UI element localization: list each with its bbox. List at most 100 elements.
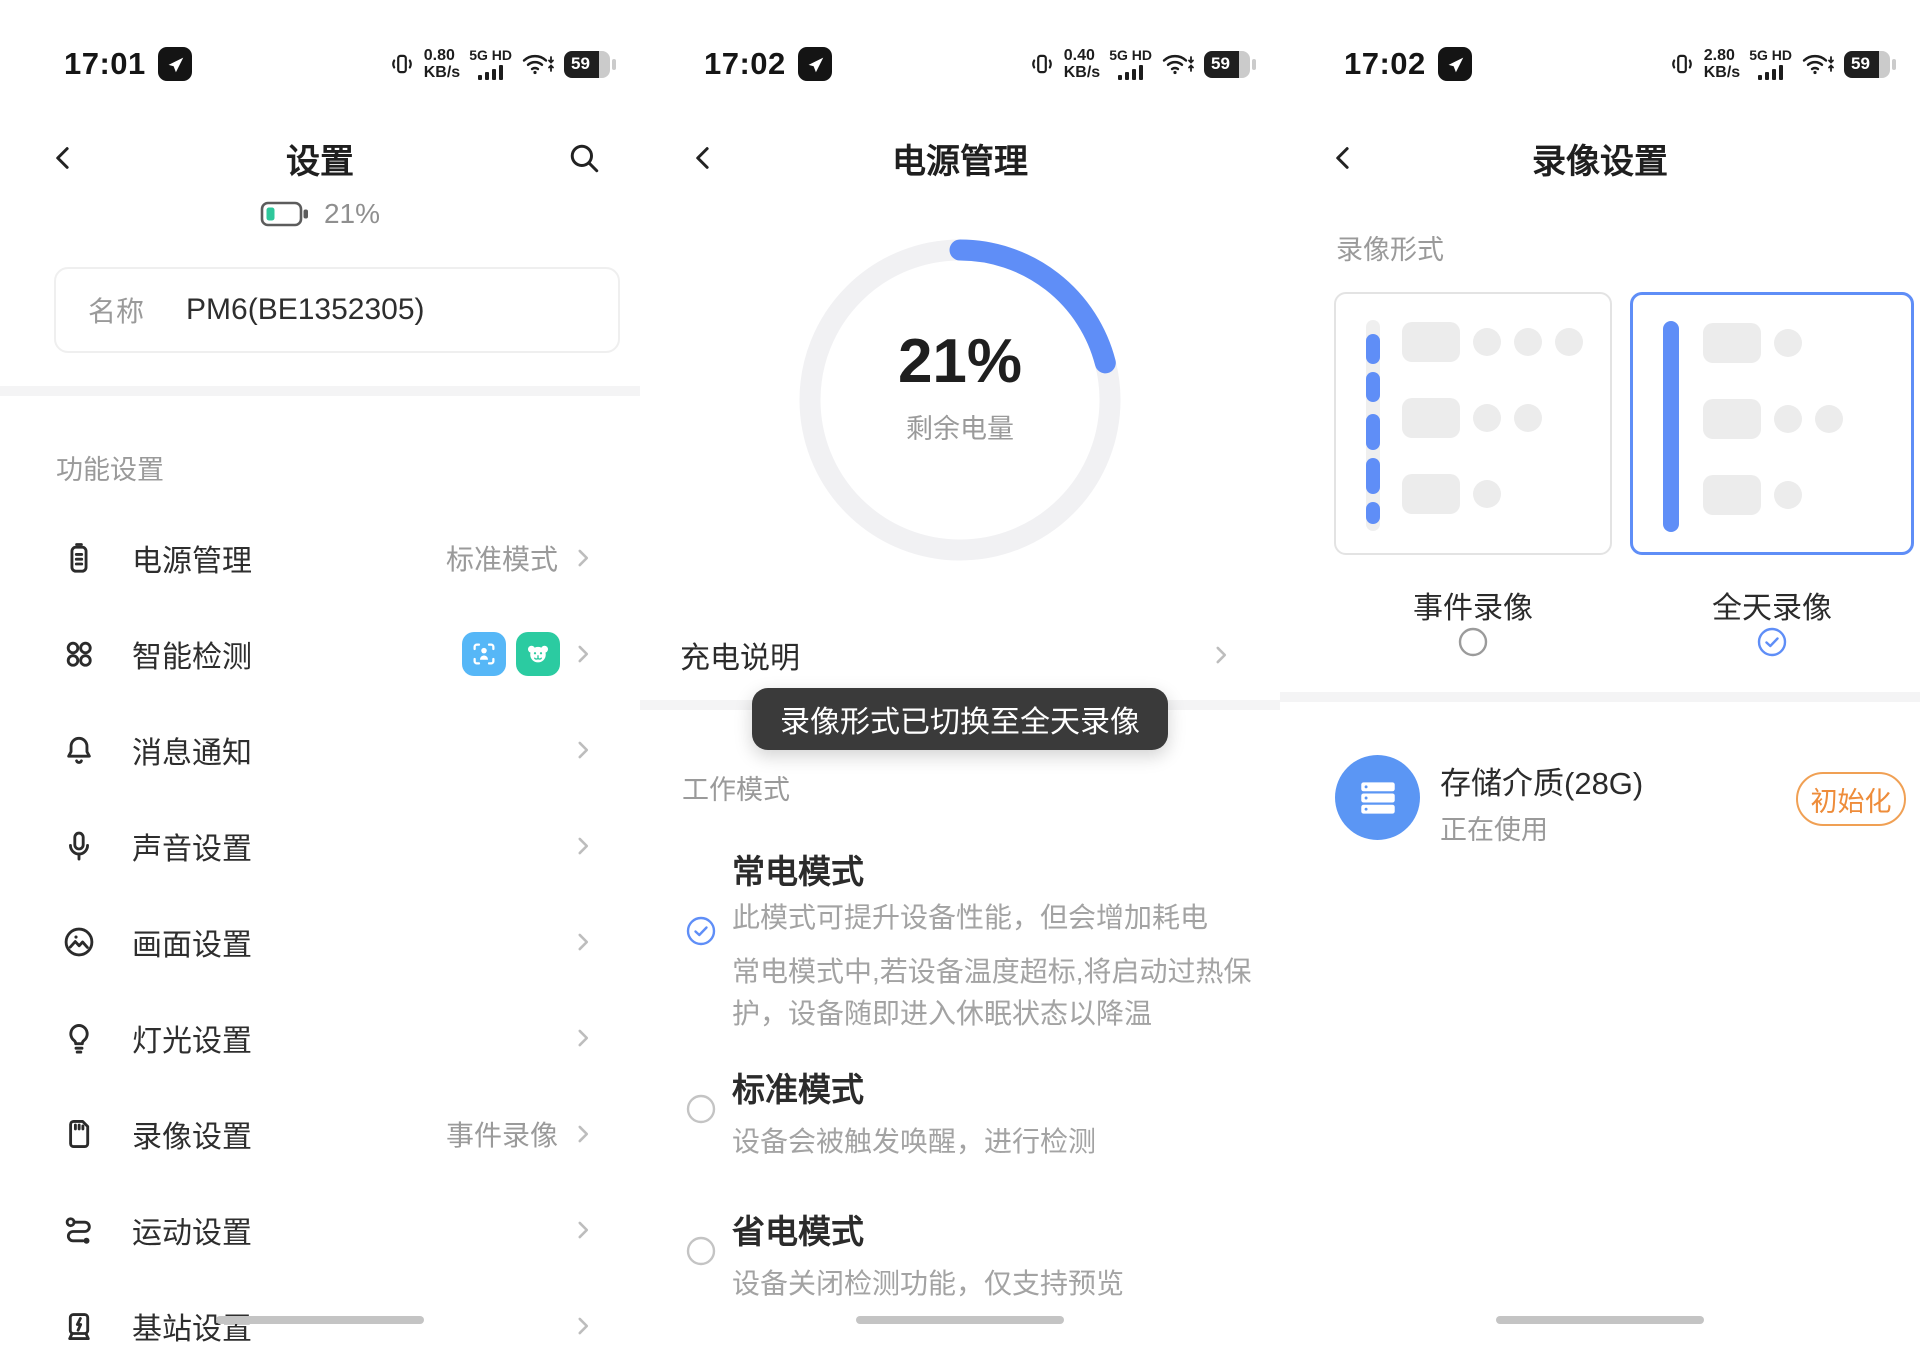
cellular-signal: 5G HD (1749, 48, 1792, 80)
settings-item-motion[interactable]: 运动设置 (0, 1182, 640, 1278)
charging-info-row[interactable]: 充电说明 (640, 620, 1280, 690)
sd-card-icon (60, 1115, 98, 1153)
clock-text: 17:02 (704, 46, 786, 82)
phone-battery-indicator: 59 (1844, 51, 1890, 78)
section-label: 功能设置 (56, 448, 164, 487)
network-speed: 2.80KB/s (1704, 47, 1740, 81)
item-value: 事件录像 (446, 1114, 558, 1154)
chevron-right-icon (570, 929, 596, 955)
base-station-icon (60, 1307, 98, 1345)
messenger-app-icon (1438, 47, 1472, 81)
storage-title: 存储介质(28G) (1440, 758, 1643, 803)
network-speed: 0.80KB/s (424, 47, 460, 81)
phone-battery-indicator: 59 (564, 51, 610, 78)
chevron-right-icon (1208, 642, 1234, 668)
item-label: 录像设置 (132, 1112, 252, 1156)
section-label: 工作模式 (682, 768, 790, 807)
settings-item-recording[interactable]: 录像设置 事件录像 (0, 1086, 640, 1182)
clock-text: 17:02 (1344, 46, 1426, 82)
initialize-button[interactable]: 初始化 (1796, 772, 1906, 826)
vibrate-icon (1669, 51, 1695, 77)
record-mode-label-all-day: 全天录像 (1630, 583, 1914, 627)
name-value: PM6(BE1352305) (186, 293, 424, 327)
home-indicator[interactable] (856, 1316, 1064, 1324)
nav-bar: 电源管理 (640, 128, 1280, 188)
record-mode-card-all-day[interactable] (1630, 292, 1914, 555)
record-mode-card-event[interactable] (1334, 292, 1612, 555)
status-bar: 17:02 0.40KB/s 5G HD (640, 42, 1280, 86)
messenger-app-icon (798, 47, 832, 81)
mode-note: 常电模式中,若设备温度超标,将启动过热保护，设备随即进入休眠状态以降温 (732, 951, 1277, 1035)
picture-icon (60, 923, 98, 961)
device-name-field[interactable]: 名称 PM6(BE1352305) (54, 267, 620, 353)
power-management-icon (60, 539, 98, 577)
radio-checked-icon[interactable] (685, 915, 717, 947)
chevron-right-icon (570, 545, 596, 571)
chevron-right-icon (570, 1121, 596, 1147)
device-battery-percent: 21% (324, 198, 380, 230)
settings-item-sound[interactable]: 声音设置 (0, 798, 640, 894)
item-label: 智能检测 (132, 632, 252, 676)
screen-power-management: 17:02 0.40KB/s 5G HD (640, 0, 1280, 1367)
microphone-icon (60, 827, 98, 865)
settings-item-notifications[interactable]: 消息通知 (0, 702, 640, 798)
vibrate-icon (1029, 51, 1055, 77)
radio-unchecked-icon[interactable] (1457, 626, 1489, 658)
item-label: 画面设置 (132, 920, 252, 964)
settings-list: 电源管理 标准模式 智能检测 (0, 510, 640, 1367)
settings-item-display[interactable]: 画面设置 (0, 894, 640, 990)
radio-checked-icon[interactable] (1756, 626, 1788, 658)
messenger-app-icon (158, 47, 192, 81)
work-mode-option-power-saving[interactable]: 省电模式 设备关闭检测功能，仅支持预览 (640, 1205, 1280, 1325)
screen-settings: 17:01 0.80KB/s 5G HD (0, 0, 640, 1367)
chevron-right-icon (570, 641, 596, 667)
signal-bars-icon (477, 64, 505, 80)
work-mode-option-always-on[interactable]: 常电模式 此模式可提升设备性能，但会增加耗电 常电模式中,若设备温度超标,将启动… (640, 845, 1280, 1055)
event-timeline-graphic (1366, 320, 1380, 531)
chevron-right-icon (570, 1025, 596, 1051)
wifi-icon (1161, 51, 1195, 77)
radio-unchecked-icon[interactable] (685, 1093, 717, 1125)
settings-item-light[interactable]: 灯光设置 (0, 990, 640, 1086)
all-day-timeline-graphic (1663, 321, 1679, 532)
charging-info-label: 充电说明 (680, 633, 800, 677)
storage-status: 正在使用 (1440, 808, 1548, 847)
item-value: 标准模式 (446, 538, 558, 578)
home-indicator[interactable] (1496, 1316, 1704, 1324)
item-label: 灯光设置 (132, 1016, 252, 1060)
lightbulb-icon (60, 1019, 98, 1057)
toast-message: 录像形式已切换至全天录像 (752, 688, 1168, 750)
item-label: 声音设置 (132, 824, 252, 868)
name-label: 名称 (88, 290, 144, 330)
item-label: 基站设置 (132, 1304, 252, 1348)
bell-icon (60, 731, 98, 769)
page-title: 电源管理 (640, 128, 1280, 188)
smart-detection-icon (60, 635, 98, 673)
device-battery-row: 21% (0, 198, 640, 230)
cellular-signal: 5G HD (469, 48, 512, 80)
settings-item-power-management[interactable]: 电源管理 标准模式 (0, 510, 640, 606)
device-battery-icon (260, 199, 310, 229)
network-speed: 0.40KB/s (1064, 47, 1100, 81)
nav-bar: 设置 (0, 128, 640, 188)
signal-bars-icon (1117, 64, 1145, 80)
status-bar: 17:02 2.80KB/s 5G HD (1280, 42, 1920, 86)
pet-detection-icon (516, 632, 560, 676)
chevron-right-icon (570, 833, 596, 859)
work-mode-option-standard[interactable]: 标准模式 设备会被触发唤醒，进行检测 (640, 1063, 1280, 1183)
search-icon (567, 141, 601, 175)
signal-bars-icon (1757, 64, 1785, 80)
phone-battery-indicator: 59 (1204, 51, 1250, 78)
section-divider (0, 386, 640, 396)
clock-text: 17:01 (64, 46, 146, 82)
search-button[interactable] (562, 136, 606, 180)
mode-description: 设备关闭检测功能，仅支持预览 (732, 1263, 1277, 1305)
chevron-right-icon (570, 1217, 596, 1243)
settings-item-smart-detection[interactable]: 智能检测 (0, 606, 640, 702)
radio-unchecked-icon[interactable] (685, 1235, 717, 1267)
item-label: 运动设置 (132, 1208, 252, 1252)
vibrate-icon (389, 51, 415, 77)
item-label: 电源管理 (132, 536, 252, 580)
page-title: 录像设置 (1280, 128, 1920, 188)
home-indicator[interactable] (216, 1316, 424, 1324)
